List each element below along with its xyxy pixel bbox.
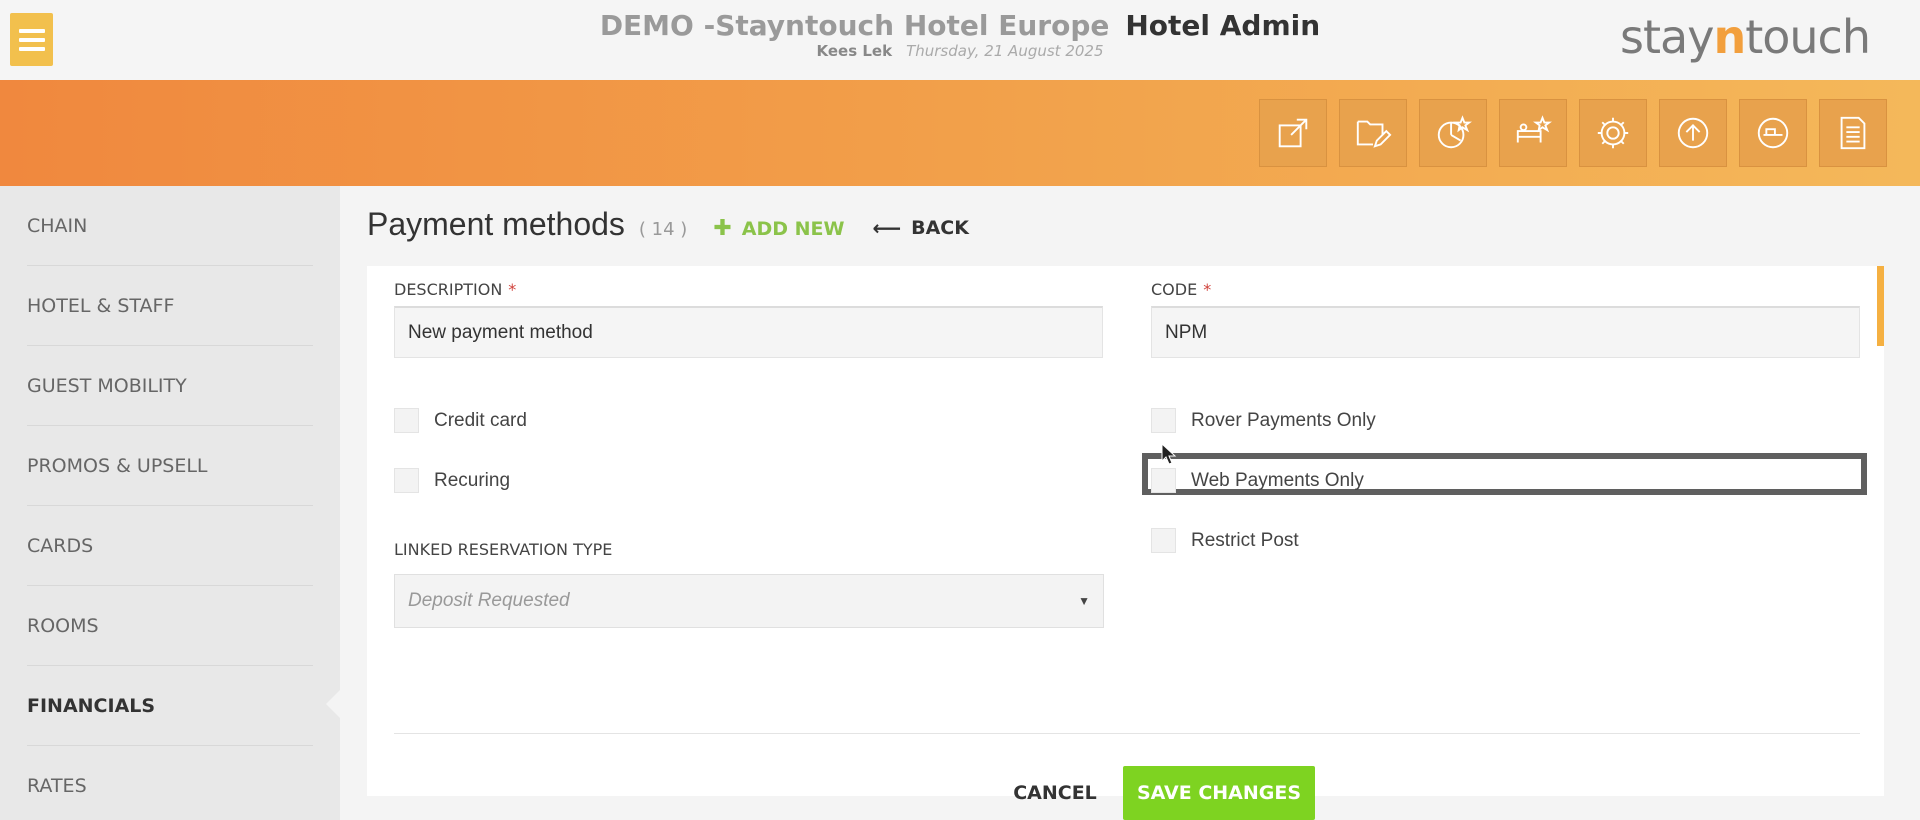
document-icon	[1840, 116, 1866, 150]
current-date: Thursday, 21 August 2025	[906, 42, 1104, 60]
main-content: Payment methods ( 14 ) ✚ ADD NEW ⟵ BACK …	[340, 186, 1920, 820]
sidebar-item-cards[interactable]: CARDS	[27, 506, 313, 586]
toolbar	[0, 80, 1920, 186]
sidebar-item-guest-mobility[interactable]: GUEST MOBILITY	[27, 346, 313, 426]
sidebar-item-chain[interactable]: CHAIN	[27, 186, 313, 266]
credit-card-checkbox[interactable]: Credit card	[394, 408, 527, 433]
section-title: Hotel Admin	[1125, 9, 1321, 42]
sidebar-item-rooms[interactable]: ROOMS	[27, 586, 313, 666]
checkbox-box[interactable]	[394, 408, 419, 433]
document-button[interactable]	[1819, 99, 1887, 167]
brand-logo: stayntouch	[1620, 10, 1871, 64]
web-payments-only-checkbox[interactable]: Web Payments Only	[1151, 468, 1364, 493]
scrollbar[interactable]	[1877, 266, 1884, 346]
required-mark: *	[1203, 280, 1212, 299]
recuring-checkbox[interactable]: Recuring	[394, 468, 510, 493]
save-changes-button[interactable]: SAVE CHANGES	[1123, 766, 1315, 820]
page-header: Payment methods ( 14 ) ✚ ADD NEW ⟵ BACK	[367, 206, 969, 246]
chart-star-button[interactable]	[1419, 99, 1487, 167]
external-link-button[interactable]	[1259, 99, 1327, 167]
checkbox-box[interactable]	[1151, 468, 1176, 493]
gear-icon	[1597, 117, 1629, 149]
add-new-button[interactable]: ✚ ADD NEW	[713, 216, 844, 241]
back-button[interactable]: ⟵ BACK	[872, 216, 969, 240]
rover-payments-only-checkbox[interactable]: Rover Payments Only	[1151, 408, 1376, 433]
sidebar-item-promos-upsell[interactable]: PROMOS & UPSELL	[27, 426, 313, 506]
bed-star-button[interactable]	[1499, 99, 1567, 167]
external-link-icon	[1278, 118, 1308, 148]
sidebar-item-hotel-staff[interactable]: HOTEL & STAFF	[27, 266, 313, 346]
checkbox-label: Recuring	[434, 469, 511, 491]
user-name: Kees Lek	[816, 42, 893, 60]
select-value: Deposit Requested	[408, 590, 570, 611]
divider	[394, 733, 1860, 734]
caret-down-icon: ▼	[1078, 594, 1090, 608]
linked-reservation-type-label: LINKED RESERVATION TYPE	[394, 540, 613, 559]
checkbox-box[interactable]	[1151, 408, 1176, 433]
folder-edit-button[interactable]	[1339, 99, 1407, 167]
checkbox-label: Restrict Post	[1191, 529, 1299, 551]
checkbox-label: Rover Payments Only	[1191, 409, 1376, 431]
restrict-post-checkbox[interactable]: Restrict Post	[1151, 528, 1299, 553]
top-bar: DEMO -Stayntouch Hotel Europe Hotel Admin…	[0, 0, 1920, 80]
upload-icon	[1677, 117, 1709, 149]
required-mark: *	[508, 280, 517, 299]
code-label: CODE *	[1151, 280, 1212, 299]
description-label: DESCRIPTION *	[394, 280, 517, 299]
folder-edit-icon	[1356, 120, 1392, 148]
linked-reservation-type-select[interactable]: Deposit Requested ▼	[394, 574, 1104, 628]
item-count: ( 14 )	[638, 219, 688, 240]
cancel-button[interactable]: CANCEL	[1000, 766, 1110, 820]
plus-icon: ✚	[713, 216, 732, 241]
upload-button[interactable]	[1659, 99, 1727, 167]
checkbox-label: Credit card	[434, 409, 527, 431]
dashboard-icon	[1757, 117, 1789, 149]
back-label: BACK	[911, 217, 969, 239]
hotel-name: DEMO -Stayntouch Hotel Europe	[599, 9, 1110, 42]
code-input[interactable]: NPM	[1151, 306, 1860, 358]
payment-method-form: DESCRIPTION * New payment method CODE * NP…	[367, 266, 1884, 820]
bed-star-icon	[1516, 115, 1552, 143]
checkbox-box[interactable]	[1151, 528, 1176, 553]
sidebar: CHAIN HOTEL & STAFF GUEST MOBILITY PROMO…	[0, 186, 340, 820]
sidebar-item-financials[interactable]: FINANCIALS	[27, 666, 313, 746]
checkbox-label: Web Payments Only	[1191, 469, 1364, 491]
dashboard-button[interactable]	[1739, 99, 1807, 167]
settings-button[interactable]	[1579, 99, 1647, 167]
mouse-cursor-icon	[1161, 443, 1177, 465]
active-nav-indicator	[326, 690, 340, 718]
page-title: Payment methods	[367, 206, 625, 242]
arrow-left-icon: ⟵	[872, 216, 902, 240]
sidebar-item-rates[interactable]: RATES	[27, 746, 313, 820]
chart-star-icon	[1437, 115, 1472, 149]
add-new-label: ADD NEW	[741, 217, 845, 240]
checkbox-box[interactable]	[394, 468, 419, 493]
description-input[interactable]: New payment method	[394, 306, 1103, 358]
